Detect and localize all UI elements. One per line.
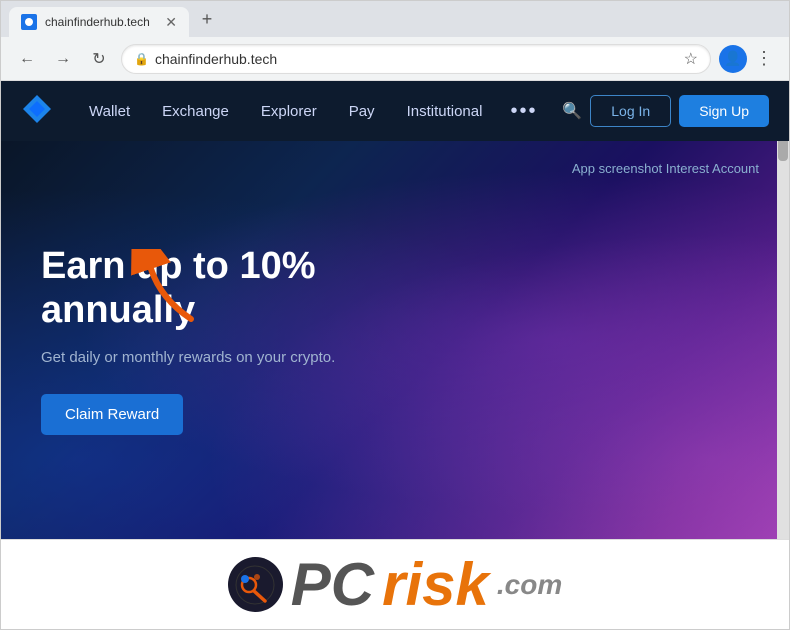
nav-item-explorer[interactable]: Explorer <box>245 95 333 128</box>
login-button[interactable]: Log In <box>590 95 671 127</box>
tab-favicon <box>21 14 37 30</box>
watermark-bar: PCrisk.com <box>1 539 789 629</box>
scrollbar[interactable] <box>777 81 789 539</box>
pcrisk-watermark: PCrisk.com <box>228 555 562 615</box>
active-tab[interactable]: chainfinderhub.tech ✕ <box>9 7 189 37</box>
search-button[interactable]: 🔍 <box>554 93 590 129</box>
hero-section: Earn up to 10% annually Get daily or mon… <box>1 141 789 539</box>
browser-menu-icon[interactable]: ⋮ <box>751 44 777 73</box>
pcrisk-icon <box>228 557 283 612</box>
nav-item-institutional[interactable]: Institutional <box>391 95 499 128</box>
dot-com-text: .com <box>497 569 562 601</box>
signup-button[interactable]: Sign Up <box>679 95 769 127</box>
tab-bar: chainfinderhub.tech ✕ + <box>1 1 789 37</box>
address-text: chainfinderhub.tech <box>155 51 678 67</box>
nav-item-pay[interactable]: Pay <box>333 95 391 128</box>
profile-icon[interactable]: 👤 <box>719 45 747 73</box>
browser-toolbar: ← → ↻ 🔒 chainfinderhub.tech ☆ 👤 ⋮ <box>1 37 789 81</box>
claim-reward-button[interactable]: Claim Reward <box>41 394 183 435</box>
refresh-button[interactable]: ↻ <box>85 45 113 73</box>
tab-title: chainfinderhub.tech <box>45 15 157 29</box>
risk-text: risk <box>382 555 489 615</box>
hero-content: Earn up to 10% annually Get daily or mon… <box>41 245 430 434</box>
bookmark-icon[interactable]: ☆ <box>684 49 698 69</box>
tab-close-button[interactable]: ✕ <box>165 14 177 31</box>
hero-title: Earn up to 10% annually <box>41 245 430 332</box>
nav-item-wallet[interactable]: Wallet <box>73 95 146 128</box>
forward-button[interactable]: → <box>49 45 77 73</box>
website-content: Wallet Exchange Explorer Pay Institution… <box>1 81 789 539</box>
site-navigation: Wallet Exchange Explorer Pay Institution… <box>1 81 789 141</box>
site-logo <box>21 93 57 129</box>
back-button[interactable]: ← <box>13 45 41 73</box>
new-tab-button[interactable]: + <box>193 5 221 33</box>
address-bar[interactable]: 🔒 chainfinderhub.tech ☆ <box>121 44 711 74</box>
toolbar-right: 👤 ⋮ <box>719 44 777 73</box>
nav-item-exchange[interactable]: Exchange <box>146 95 245 128</box>
app-screenshot: App screenshot Interest Account <box>572 161 759 176</box>
nav-items: Wallet Exchange Explorer Pay Institution… <box>73 92 549 131</box>
nav-more-button[interactable]: ••• <box>498 92 549 131</box>
browser-window: chainfinderhub.tech ✕ + ← → ↻ 🔒 chainfin… <box>0 0 790 630</box>
lock-icon: 🔒 <box>134 52 149 66</box>
pc-text: PC <box>291 555 374 615</box>
hero-subtitle: Get daily or monthly rewards on your cry… <box>41 349 430 366</box>
